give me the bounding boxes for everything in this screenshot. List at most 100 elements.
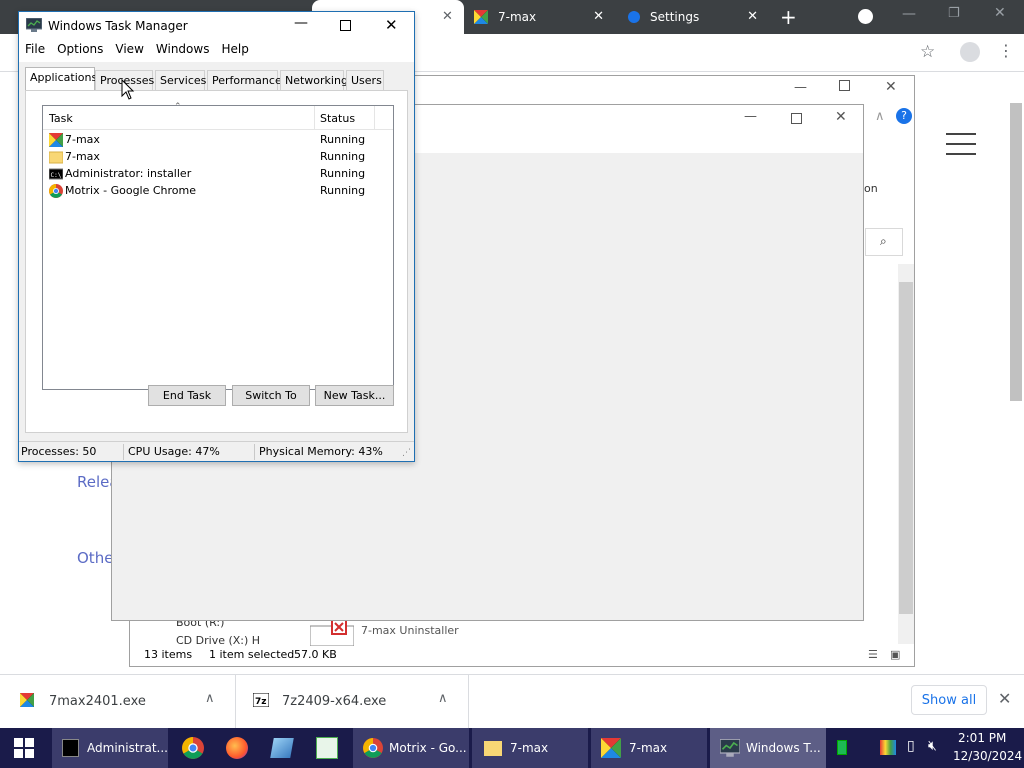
tray-app-icon[interactable] (880, 740, 896, 755)
menu-file[interactable]: File (19, 40, 45, 62)
tray-monitor-icon[interactable] (837, 740, 847, 755)
tab-performance[interactable]: Performance (207, 70, 282, 90)
tab-services[interactable]: Services (155, 70, 206, 90)
list-item[interactable]: 7-max Running (43, 149, 373, 166)
column-task[interactable]: Task (49, 112, 73, 125)
task-manager-window: Windows Task Manager — ✕ File Options Vi… (18, 11, 415, 462)
chevron-up-icon[interactable]: ∧ (438, 691, 448, 706)
column-divider[interactable] (374, 106, 375, 130)
taskbar-item-motrix[interactable]: Motrix - Go... (353, 728, 469, 768)
close-icon[interactable]: ✕ (747, 9, 758, 24)
bookmark-star-icon[interactable]: ☆ (920, 42, 935, 62)
windows-logo-icon (14, 738, 34, 758)
minimize-icon[interactable]: — (794, 80, 807, 95)
nav-item-cd[interactable]: CD Drive (X:) H (176, 634, 260, 647)
chevron-up-icon[interactable]: ∧ (205, 691, 215, 706)
taskbar-app-2[interactable] (306, 728, 348, 768)
browser-tab-7max[interactable]: 7-max ✕ (464, 0, 614, 34)
taskbar-chrome[interactable] (172, 728, 214, 768)
minimize-icon[interactable]: — (744, 109, 757, 124)
close-icon[interactable]: ✕ (885, 79, 897, 95)
uninstaller-file-icon[interactable] (310, 620, 354, 646)
download-item[interactable]: 7max2401.exe ∧ (0, 675, 236, 728)
menu-options[interactable]: Options (51, 40, 103, 62)
maximize-icon[interactable] (791, 113, 802, 124)
task-name: Administrator: installer (65, 167, 192, 180)
menu-windows[interactable]: Windows (150, 40, 210, 62)
menu-view[interactable]: View (109, 40, 143, 62)
taskbar-item-cmd[interactable]: Administrat... (52, 728, 168, 768)
menu-help[interactable]: Help (215, 40, 248, 62)
explorer-scrollbar[interactable] (898, 264, 914, 644)
file-label[interactable]: 7-max Uninstaller (361, 624, 459, 637)
close-icon[interactable]: ✕ (998, 689, 1011, 708)
list-header: Task Status (43, 106, 393, 130)
settings-gear-icon (628, 11, 640, 23)
task-status: Running (320, 150, 366, 163)
close-icon[interactable]: ✕ (835, 109, 847, 125)
task-list[interactable]: ⌃ Task Status 7-max Running 7-max Runnin… (42, 102, 394, 390)
large-icons-view-icon[interactable]: ▣ (890, 648, 900, 661)
taskbar-label: 7-max (510, 741, 549, 755)
end-task-button[interactable]: End Task (148, 385, 226, 406)
volume-muted-icon[interactable]: 🔇︎ (928, 738, 937, 754)
tab-users[interactable]: Users (346, 70, 384, 90)
tab-networking[interactable]: Networking (280, 70, 348, 90)
hamburger-menu-icon[interactable] (946, 133, 976, 135)
usb-eject-icon[interactable]: ▯ (907, 738, 915, 754)
clock-date[interactable]: 12/30/2024 (953, 749, 1022, 763)
seven-max-icon (20, 693, 34, 707)
column-status[interactable]: Status (320, 112, 355, 125)
chrome-icon (182, 737, 204, 759)
applications-panel: ⌃ Task Status 7-max Running 7-max Runnin… (25, 90, 408, 433)
tab-applications[interactable]: Applications (25, 67, 97, 91)
scrollbar-thumb[interactable] (899, 282, 913, 614)
maximize-icon[interactable] (839, 80, 850, 91)
list-item[interactable]: C:\ Administrator: installer Running (43, 166, 373, 183)
close-icon[interactable]: ✕ (593, 9, 604, 24)
close-icon[interactable]: ✕ (385, 16, 398, 34)
task-manager-icon (720, 739, 740, 757)
minimize-icon[interactable]: — (294, 15, 308, 31)
new-tab-button[interactable]: + (780, 5, 797, 29)
column-divider[interactable] (314, 106, 315, 130)
show-all-button[interactable]: Show all (911, 685, 987, 715)
profile-avatar-icon[interactable] (960, 42, 980, 62)
chevron-up-icon[interactable]: ∧ (875, 109, 885, 124)
taskbar-item-task-manager[interactable]: Windows T... (710, 728, 826, 768)
cmd-icon: C:\ (49, 167, 63, 181)
restore-icon[interactable]: ❐ (948, 6, 960, 21)
resize-grip-icon[interactable]: ⋰ (402, 448, 411, 458)
svg-text:C:\: C:\ (51, 172, 62, 179)
close-window-icon[interactable]: ✕ (994, 5, 1006, 21)
help-icon[interactable]: ? (896, 108, 912, 124)
taskbar: Administrat... Motrix - Go... 7-max 7-ma… (0, 728, 1024, 768)
switch-to-button[interactable]: Switch To (232, 385, 310, 406)
chrome-icon (49, 184, 63, 198)
clock-time[interactable]: 2:01 PM (958, 731, 1006, 745)
tab-search-icon[interactable] (858, 9, 873, 24)
cmd-icon (62, 739, 80, 757)
page-scrollbar-thumb[interactable] (1010, 103, 1022, 401)
download-item[interactable]: 7z 7z2409-x64.exe ∧ (237, 675, 469, 728)
list-item[interactable]: 7-max Running (43, 132, 373, 149)
maximize-icon[interactable] (340, 20, 351, 31)
taskbar-firefox[interactable] (216, 728, 258, 768)
taskbar-item-7max[interactable]: 7-max (591, 728, 707, 768)
new-task-button[interactable]: New Task... (315, 385, 394, 406)
details-view-icon[interactable]: ☰ (868, 648, 878, 661)
search-box[interactable]: ⌕ (865, 228, 903, 256)
browser-tab-settings[interactable]: Settings ✕ (618, 0, 768, 34)
other-link[interactable]: Othe (77, 549, 113, 567)
list-item[interactable]: Motrix - Google Chrome Running (43, 183, 373, 200)
taskbar-item-folder[interactable]: 7-max (472, 728, 588, 768)
task-status: Running (320, 184, 366, 197)
minimize-icon[interactable]: — (902, 6, 916, 22)
folder-icon (49, 150, 63, 164)
taskbar-app[interactable] (260, 728, 304, 768)
start-button[interactable] (0, 728, 48, 768)
status-divider (254, 444, 255, 460)
seven-max-icon (601, 738, 621, 758)
close-icon[interactable]: ✕ (442, 9, 453, 24)
more-menu-icon[interactable]: ⋮ (998, 41, 1014, 60)
